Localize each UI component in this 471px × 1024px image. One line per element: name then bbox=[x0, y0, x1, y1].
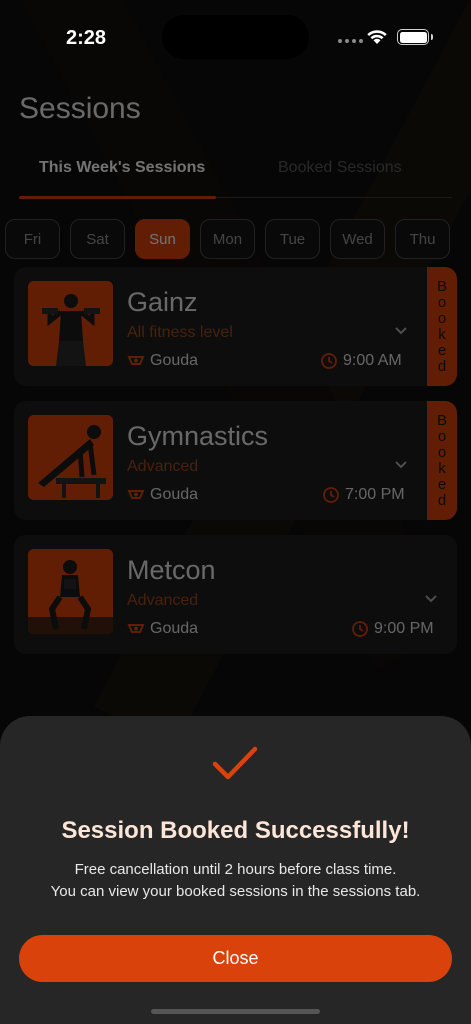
booked-badge: B o o k e d bbox=[427, 267, 457, 386]
day-fri[interactable]: Fri bbox=[5, 219, 60, 259]
checkmark-icon bbox=[212, 746, 258, 780]
chevron-down-icon[interactable] bbox=[394, 457, 408, 473]
session-time: 9:00 PM bbox=[374, 620, 434, 637]
chevron-down-icon[interactable] bbox=[424, 591, 438, 607]
session-thumbnail bbox=[28, 281, 113, 366]
day-thu[interactable]: Thu bbox=[395, 219, 450, 259]
session-level: Advanced bbox=[127, 592, 199, 609]
day-mon[interactable]: Mon bbox=[200, 219, 255, 259]
coach-icon bbox=[127, 490, 145, 499]
page-title: Sessions bbox=[19, 92, 141, 125]
status-bar: 2:28 bbox=[0, 0, 471, 72]
session-coach: Gouda bbox=[150, 486, 199, 503]
session-thumbnail bbox=[28, 415, 113, 500]
booking-success-sheet: Session Booked Successfully! Free cancel… bbox=[0, 716, 471, 1024]
tab-booked-sessions[interactable]: Booked Sessions bbox=[278, 159, 402, 177]
close-button[interactable]: Close bbox=[19, 935, 452, 982]
session-coach: Gouda bbox=[150, 352, 199, 369]
session-level: All fitness level bbox=[127, 324, 233, 341]
sheet-title: Session Booked Successfully! bbox=[61, 817, 410, 844]
tab-active-indicator bbox=[19, 196, 216, 199]
tab-this-week[interactable]: This Week's Sessions bbox=[39, 159, 205, 177]
session-thumbnail bbox=[28, 549, 113, 634]
session-name: Metcon bbox=[127, 555, 216, 585]
chevron-down-icon[interactable] bbox=[394, 323, 408, 339]
session-time: 7:00 PM bbox=[345, 486, 405, 503]
coach-icon bbox=[127, 356, 145, 365]
session-coach: Gouda bbox=[150, 620, 199, 637]
session-card-metcon[interactable]: Metcon Advanced Gouda 9:00 PM bbox=[14, 535, 457, 654]
session-name: Gainz bbox=[127, 287, 198, 317]
day-selector: Fri Sat Sun Mon Tue Wed Thu bbox=[5, 219, 450, 259]
coach-icon bbox=[127, 624, 145, 633]
home-indicator bbox=[151, 1009, 320, 1014]
battery-icon bbox=[397, 29, 433, 45]
booked-badge: B o o k e d bbox=[427, 401, 457, 520]
day-sat[interactable]: Sat bbox=[70, 219, 125, 259]
day-wed[interactable]: Wed bbox=[330, 219, 385, 259]
clock-icon bbox=[352, 621, 368, 637]
session-time: 9:00 AM bbox=[343, 352, 402, 369]
sheet-message-line1: Free cancellation until 2 hours before c… bbox=[74, 861, 397, 878]
day-sun[interactable]: Sun bbox=[135, 219, 190, 259]
session-name: Gymnastics bbox=[127, 421, 269, 451]
day-tue[interactable]: Tue bbox=[265, 219, 320, 259]
clock-icon bbox=[321, 353, 337, 369]
session-card-gymnastics[interactable]: Gymnastics Advanced Gouda 7:00 PM B o o … bbox=[14, 401, 457, 520]
wifi-icon bbox=[367, 30, 387, 44]
tab-bar: This Week's Sessions Booked Sessions bbox=[19, 150, 452, 199]
signal-icon bbox=[338, 39, 363, 43]
session-card-gainz[interactable]: Gainz All fitness level Gouda 9:00 AM B … bbox=[14, 267, 457, 386]
sheet-message-line2: You can view your booked sessions in the… bbox=[50, 883, 421, 900]
status-time: 2:28 bbox=[66, 27, 107, 49]
dynamic-island bbox=[162, 15, 309, 59]
session-level: Advanced bbox=[127, 458, 199, 475]
clock-icon bbox=[323, 487, 339, 503]
